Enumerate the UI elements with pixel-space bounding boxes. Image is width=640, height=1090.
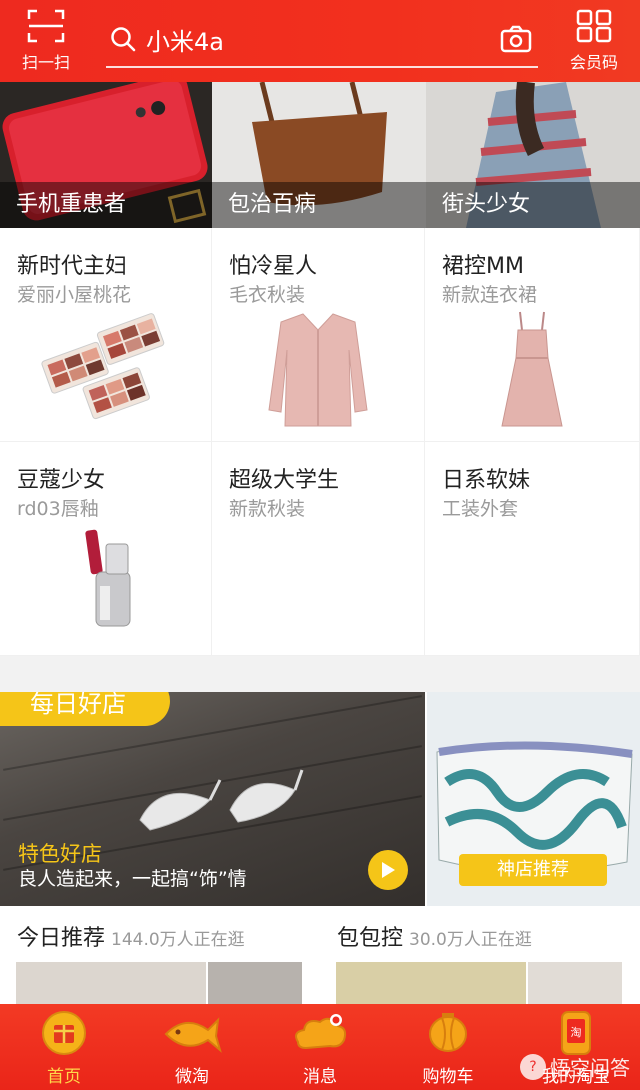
play-icon bbox=[382, 862, 395, 878]
banner-street-girl[interactable]: 街头少女 bbox=[426, 82, 640, 228]
watermark-text: 悟空问答 bbox=[550, 1056, 630, 1080]
recommend-title: 今日推荐 bbox=[17, 926, 106, 951]
pink-cardigan-image bbox=[268, 313, 368, 427]
fish-icon bbox=[164, 1017, 222, 1053]
grid-subtitle: rd03唇釉 bbox=[17, 498, 99, 520]
category-grid: 新时代主妇 爱丽小屋桃花 怕冷星人 毛衣秋装 裙控MM 新款连衣裙 豆蔻少女 r… bbox=[0, 228, 640, 656]
grid-subtitle: 新款秋装 bbox=[229, 498, 306, 520]
grid-item-sweater[interactable]: 怕冷星人 毛衣秋装 bbox=[212, 228, 425, 442]
member-code-label: 会员码 bbox=[569, 53, 618, 72]
taobao-home-page: 扫一扫 小米4a 会员码 手机重患者 包治百病 街头少女 新时代主妇 爱丽小屋桃… bbox=[0, 0, 640, 1090]
play-button[interactable] bbox=[368, 850, 408, 890]
grid-subtitle: 毛衣秋装 bbox=[229, 284, 306, 306]
daily-shop-tag: 每日好店 bbox=[0, 692, 170, 726]
member-code-button[interactable]: 会员码 bbox=[562, 0, 626, 82]
member-code-icon bbox=[576, 9, 612, 43]
grid-item-college[interactable]: 超级大学生 新款秋装 bbox=[212, 442, 425, 656]
svg-text:淘: 淘 bbox=[571, 1026, 582, 1039]
daily-shop-banner[interactable]: 每日好店 特色好店 良人造起来，一起搞“饰”情 bbox=[0, 692, 425, 906]
cloud-message-icon bbox=[295, 1014, 347, 1050]
banner-label: 手机重患者 bbox=[0, 182, 212, 228]
top-header: 扫一扫 小米4a 会员码 bbox=[0, 0, 640, 82]
earrings-image bbox=[139, 769, 304, 831]
recommend-thumb bbox=[528, 962, 622, 1006]
featured-shop-tag: 神店推荐 bbox=[459, 854, 607, 886]
tab-home[interactable]: 首页 bbox=[0, 1004, 128, 1090]
banner-phone[interactable]: 手机重患者 bbox=[0, 82, 212, 228]
watermark-logo-icon: ? bbox=[520, 1053, 546, 1080]
tab-weitao[interactable]: 微淘 bbox=[128, 1004, 256, 1090]
lip-glaze-image bbox=[84, 529, 130, 627]
grid-item-japanese-girl[interactable]: 日系软妹 工装外套 bbox=[425, 442, 640, 656]
search-icon bbox=[111, 27, 136, 52]
scan-icon bbox=[27, 9, 65, 43]
tab-messages[interactable]: 消息 bbox=[256, 1004, 384, 1090]
grid-title: 新时代主妇 bbox=[17, 254, 128, 279]
lantern-cart-icon bbox=[429, 1013, 467, 1052]
grid-subtitle: 新款连衣裙 bbox=[442, 284, 538, 306]
grid-item-teen-girl[interactable]: 豆蔻少女 rd03唇釉 bbox=[0, 442, 212, 656]
grid-title: 裙控MM bbox=[442, 254, 524, 279]
grid-title: 怕冷星人 bbox=[229, 254, 318, 279]
recommend-title: 包包控 bbox=[337, 926, 404, 951]
home-icon bbox=[42, 1011, 86, 1055]
eyeshadow-palette-image bbox=[40, 313, 164, 420]
grid-subtitle: 工装外套 bbox=[442, 498, 519, 520]
grid-item-dress[interactable]: 裙控MM 新款连衣裙 bbox=[425, 228, 640, 442]
daily-shop-subtitle: 良人造起来，一起搞“饰”情 bbox=[18, 868, 247, 890]
recommend-section: 今日推荐 144.0万人正在逛 包包控 30.0万人正在逛 bbox=[0, 906, 640, 1006]
search-input[interactable]: 小米4a bbox=[146, 22, 500, 57]
search-bar[interactable]: 小米4a bbox=[106, 12, 538, 68]
banner-row: 手机重患者 包治百病 街头少女 bbox=[0, 82, 640, 228]
recommend-bags[interactable]: 包包控 30.0万人正在逛 bbox=[320, 906, 640, 1006]
grid-title: 日系软妹 bbox=[442, 468, 531, 493]
recommend-count: 30.0万人正在逛 bbox=[409, 930, 532, 950]
grid-title: 超级大学生 bbox=[229, 468, 340, 493]
grid-item-housewife[interactable]: 新时代主妇 爱丽小屋桃花 bbox=[0, 228, 212, 442]
watermark: ? 悟空问答 bbox=[520, 1052, 630, 1081]
pink-dress-image bbox=[501, 311, 563, 427]
scan-button[interactable]: 扫一扫 bbox=[14, 0, 78, 82]
tab-label: 消息 bbox=[303, 1067, 337, 1087]
grid-title: 豆蔻少女 bbox=[17, 468, 106, 493]
tab-label: 首页 bbox=[47, 1067, 81, 1087]
banner-label: 街头少女 bbox=[426, 182, 640, 228]
tab-cart[interactable]: 购物车 bbox=[384, 1004, 512, 1090]
recommend-count: 144.0万人正在逛 bbox=[111, 930, 245, 950]
scan-label: 扫一扫 bbox=[21, 53, 70, 72]
grid-subtitle: 爱丽小屋桃花 bbox=[17, 284, 132, 306]
tab-label: 微淘 bbox=[175, 1067, 209, 1087]
featured-shop-banner[interactable]: 神店推荐 bbox=[427, 692, 640, 906]
recommend-thumb bbox=[16, 962, 206, 1006]
phone-taobao-icon: 淘 bbox=[561, 1011, 591, 1055]
recommend-today[interactable]: 今日推荐 144.0万人正在逛 bbox=[0, 906, 320, 1006]
recommend-thumb bbox=[208, 962, 302, 1006]
banner-label: 包治百病 bbox=[212, 182, 426, 228]
tab-label: 购物车 bbox=[422, 1067, 474, 1087]
daily-shop-section: 每日好店 特色好店 良人造起来，一起搞“饰”情 神店推荐 bbox=[0, 692, 640, 906]
camera-icon[interactable] bbox=[500, 25, 532, 53]
recommend-thumb bbox=[336, 962, 526, 1006]
banner-bag[interactable]: 包治百病 bbox=[212, 82, 426, 228]
